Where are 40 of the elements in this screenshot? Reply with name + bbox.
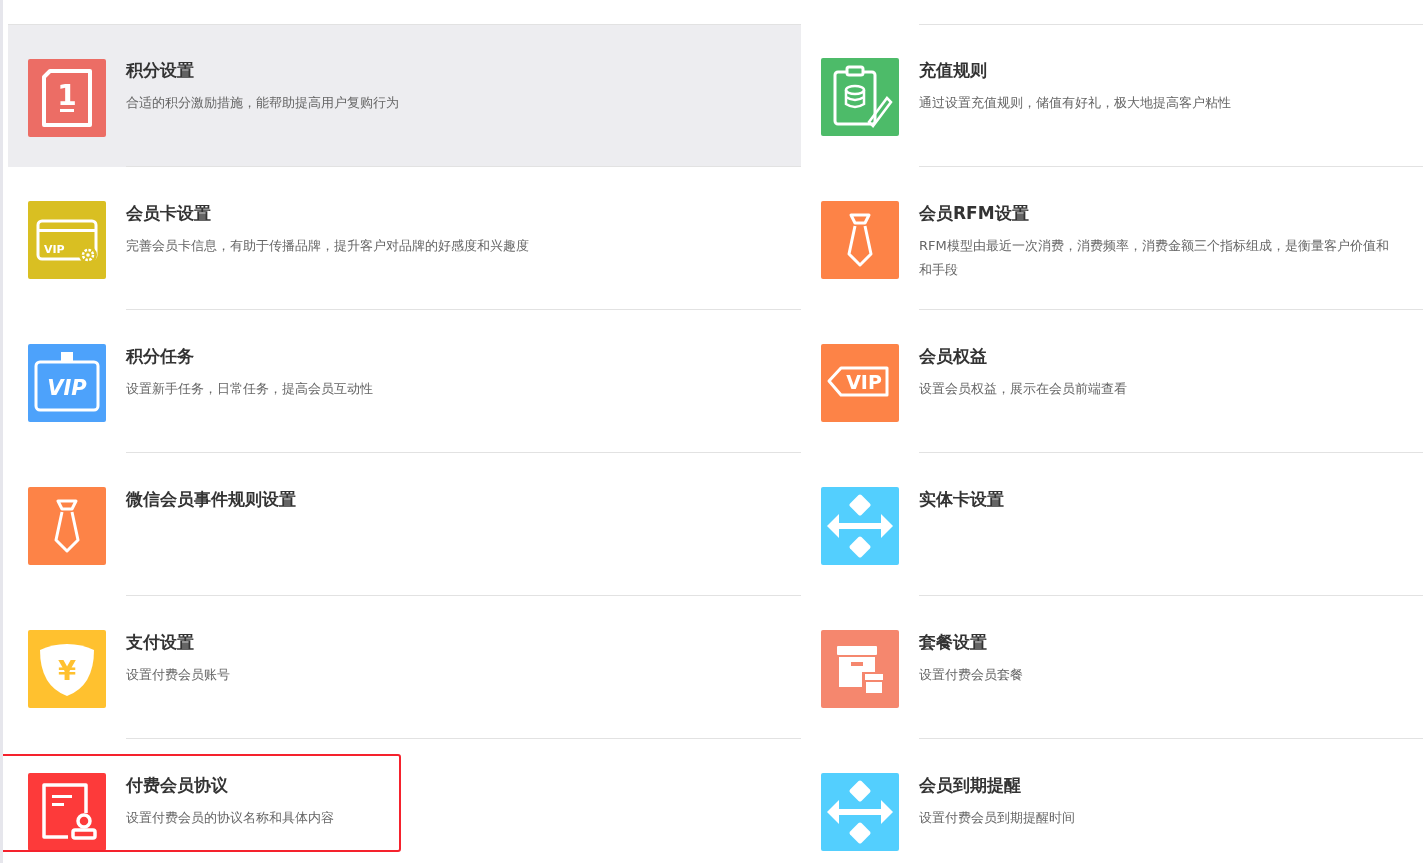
setting-card[interactable]: 充值规则 通过设置充值规则，储值有好礼，极大地提高客户粘性 — [801, 24, 1423, 167]
setting-title: 付费会员协议 — [126, 774, 228, 797]
setting-title: 会员RFM设置 — [919, 202, 1029, 225]
setting-description: 设置付费会员的协议名称和具体内容 — [126, 809, 334, 827]
card-icon: VIP — [28, 201, 106, 279]
setting-title: 支付设置 — [126, 631, 194, 654]
setting-description: 通过设置充值规则，储值有好礼，极大地提高客户粘性 — [919, 94, 1231, 112]
setting-description: RFM模型由最近一次消费，消费频率，消费金额三个指标组成，是衡量客户价值和 — [919, 237, 1389, 255]
setting-card[interactable]: ¥ 支付设置 设置付费会员账号 — [8, 596, 801, 739]
setting-card[interactable]: 付费会员协议 设置付费会员的协议名称和具体内容 — [8, 739, 801, 863]
setting-title: 会员到期提醒 — [919, 774, 1021, 797]
setting-title: 套餐设置 — [919, 631, 987, 654]
setting-description: 完善会员卡信息，有助于传播品牌，提升客户对品牌的好感度和兴趣度 — [126, 237, 529, 255]
setting-card[interactable]: VIP 会员卡设置 完善会员卡信息，有助于传播品牌，提升客户对品牌的好感度和兴趣度 — [8, 167, 801, 310]
setting-description: 设置新手任务，日常任务，提高会员互动性 — [126, 380, 373, 398]
document-icon: 1 — [28, 59, 106, 137]
setting-card[interactable]: VIP 会员权益 设置会员权益，展示在会员前端查看 — [801, 310, 1423, 453]
setting-description: 合适的积分激励措施，能帮助提高用户复购行为 — [126, 94, 399, 112]
setting-card[interactable]: 微信会员事件规则设置 — [8, 453, 801, 596]
setting-title: 积分任务 — [126, 345, 194, 368]
setting-card[interactable]: 1 积分设置 合适的积分激励措施，能帮助提高用户复购行为 — [8, 24, 801, 167]
badge-icon: VIP — [28, 344, 106, 422]
setting-description: 设置会员权益，展示在会员前端查看 — [919, 380, 1127, 398]
shield-icon: ¥ — [28, 630, 106, 708]
setting-description: 设置付费会员套餐 — [919, 666, 1023, 684]
setting-description: 和手段 — [919, 261, 958, 279]
setting-title: 微信会员事件规则设置 — [126, 488, 296, 511]
setting-title: 实体卡设置 — [919, 488, 1004, 511]
setting-description: 设置付费会员到期提醒时间 — [919, 809, 1075, 827]
setting-title: 会员卡设置 — [126, 202, 211, 225]
setting-card[interactable]: 套餐设置 设置付费会员套餐 — [801, 596, 1423, 739]
setting-card[interactable]: 会员到期提醒 设置付费会员到期提醒时间 — [801, 739, 1423, 863]
setting-title: 会员权益 — [919, 345, 987, 368]
setting-card[interactable]: 实体卡设置 — [801, 453, 1423, 596]
setting-description: 设置付费会员账号 — [126, 666, 230, 684]
setting-card[interactable]: VIP 积分任务 设置新手任务，日常任务，提高会员互动性 — [8, 310, 801, 453]
setting-card[interactable]: 会员RFM设置 RFM模型由最近一次消费，消费频率，消费金额三个指标组成，是衡量客户价值和 和手段 — [801, 167, 1423, 310]
setting-title: 充值规则 — [919, 59, 987, 82]
tag-icon: VIP — [821, 344, 899, 422]
setting-title: 积分设置 — [126, 59, 194, 82]
